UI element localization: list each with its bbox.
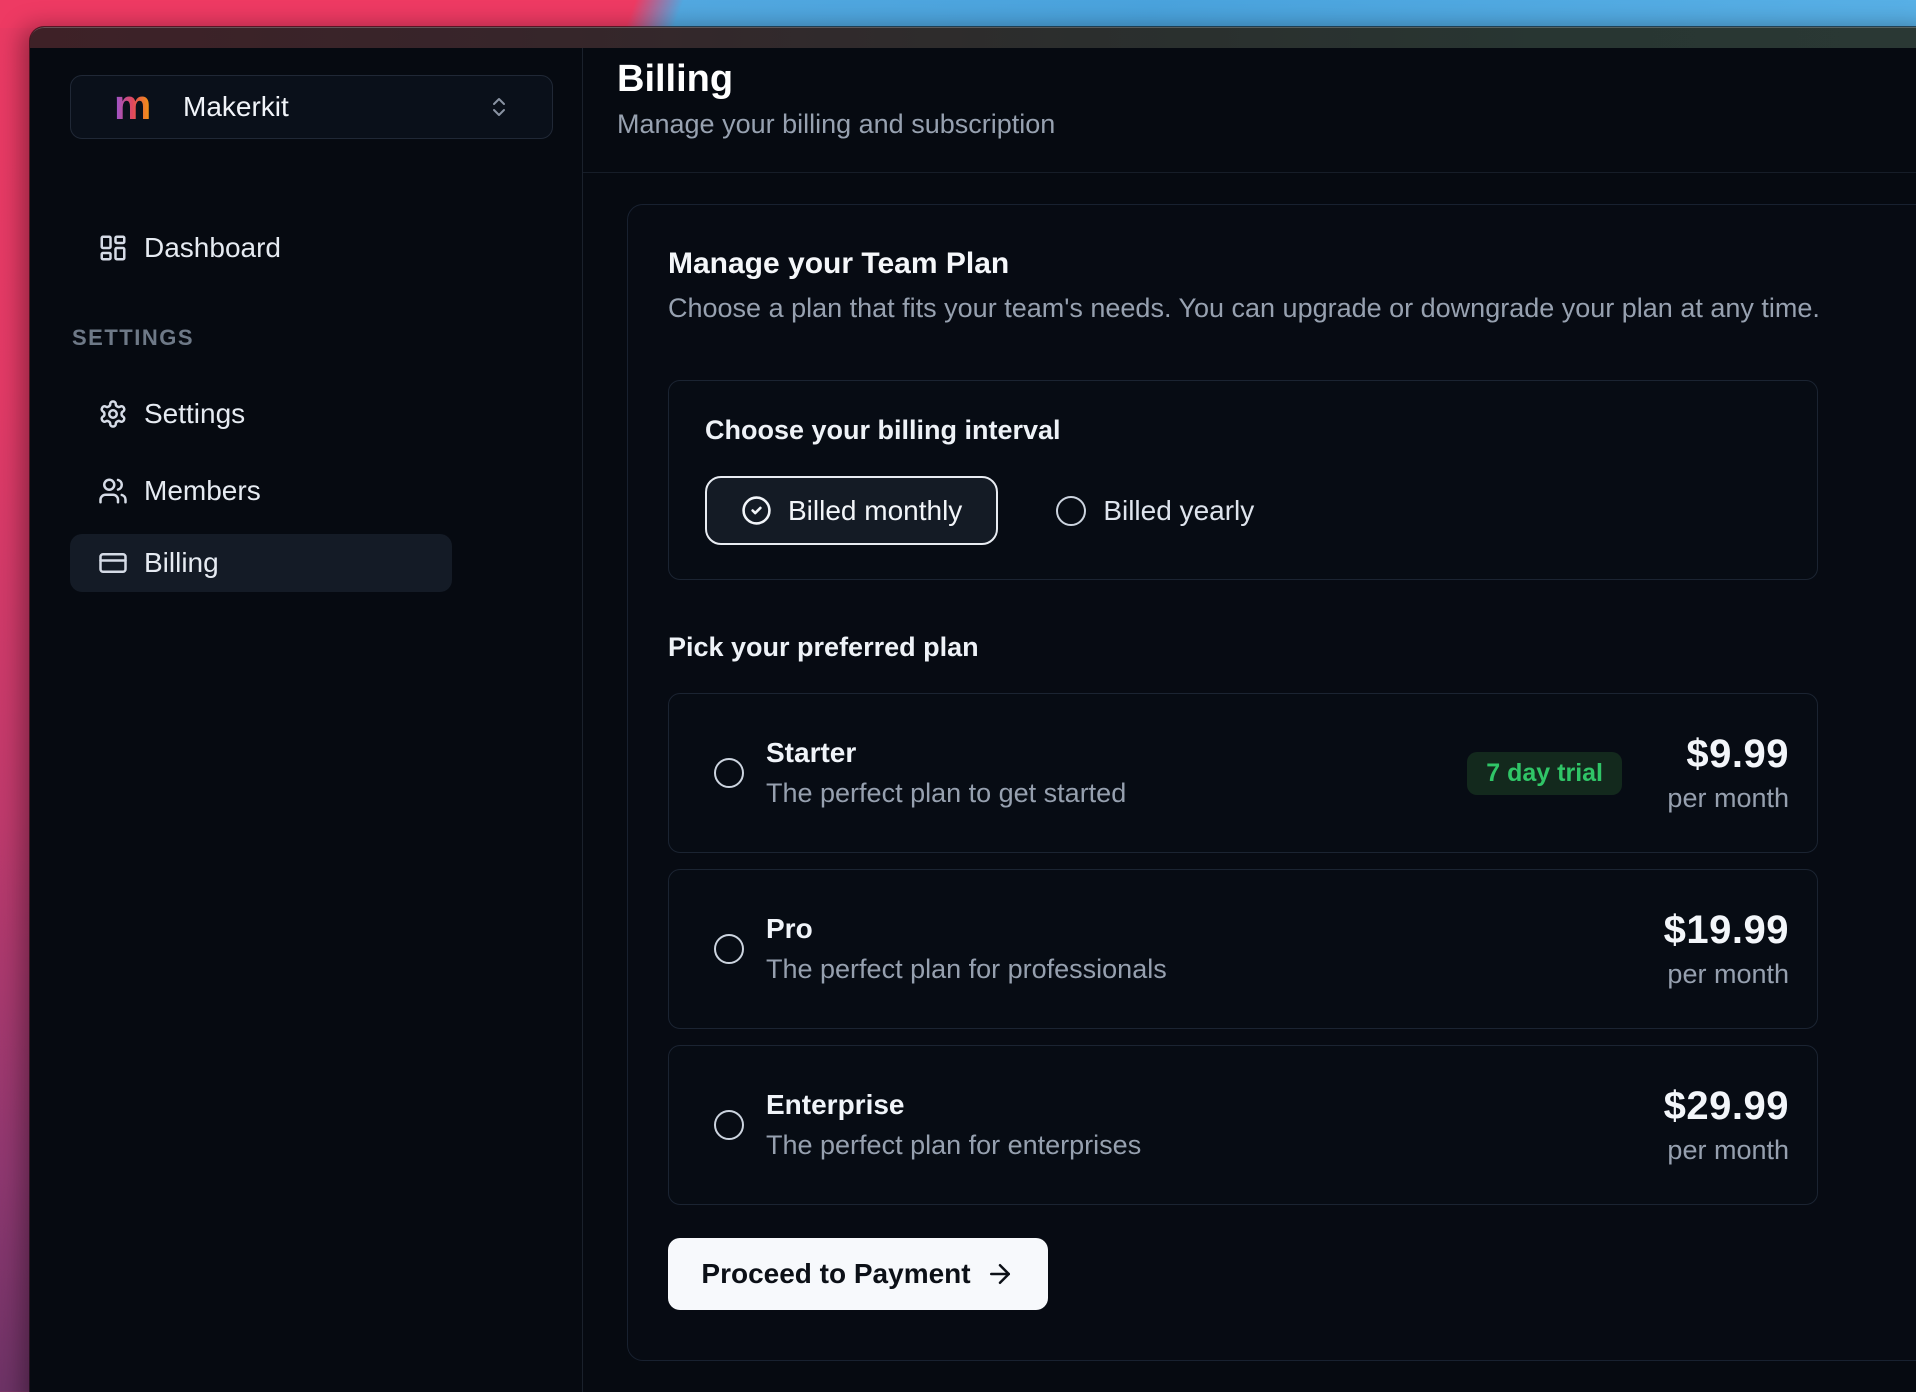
- sidebar-item-settings[interactable]: Settings: [70, 385, 553, 443]
- sidebar-item-billing[interactable]: Billing: [70, 534, 452, 592]
- plan-description: The perfect plan for enterprises: [766, 1130, 1141, 1161]
- window-titlebar: [30, 27, 1916, 48]
- credit-card-icon: [98, 548, 128, 578]
- radio-circle-icon[interactable]: [714, 934, 744, 964]
- desktop-wallpaper: [0, 0, 1916, 28]
- radio-circle-icon: [1056, 496, 1086, 526]
- proceed-to-payment-label: Proceed to Payment: [701, 1258, 970, 1290]
- plan-description: The perfect plan to get started: [766, 778, 1126, 809]
- billing-interval-options: Billed monthly Billed yearly: [705, 476, 1781, 545]
- sidebar-nav: Dashboard SETTINGS Settings Members Bill…: [70, 219, 552, 592]
- sidebar-item-label: Members: [144, 475, 261, 507]
- card-title: Manage your Team Plan: [668, 247, 1916, 281]
- plan-name: Enterprise: [766, 1089, 1141, 1121]
- plan-period: per month: [1654, 1135, 1789, 1166]
- dashboard-icon: [98, 233, 128, 263]
- billed-yearly-option[interactable]: Billed yearly: [1056, 495, 1254, 527]
- billed-monthly-label: Billed monthly: [788, 495, 962, 527]
- card-subtitle: Choose a plan that fits your team's need…: [668, 293, 1916, 324]
- workspace-selector[interactable]: m Makerkit: [70, 75, 553, 139]
- plan-period: per month: [1654, 959, 1789, 990]
- plan-row-pro[interactable]: Pro The perfect plan for professionals $…: [668, 869, 1818, 1029]
- sidebar-item-label: Dashboard: [144, 232, 281, 264]
- plan-price: $19.99: [1654, 908, 1789, 953]
- proceed-to-payment-button[interactable]: Proceed to Payment: [668, 1238, 1048, 1310]
- trial-badge: 7 day trial: [1467, 752, 1622, 795]
- page-header: Billing Manage your billing and subscrip…: [583, 48, 1916, 173]
- plan-description: The perfect plan for professionals: [766, 954, 1167, 985]
- arrow-right-icon: [985, 1259, 1015, 1289]
- main-content: Billing Manage your billing and subscrip…: [583, 48, 1916, 1392]
- users-icon: [98, 476, 128, 506]
- gear-icon: [98, 399, 128, 429]
- sidebar-item-members[interactable]: Members: [70, 462, 553, 520]
- app-window: m Makerkit Dashboard SETTINGS Settings M: [30, 27, 1916, 1392]
- makerkit-logo-icon: m: [114, 86, 150, 128]
- page-title: Billing: [617, 58, 1916, 101]
- plan-price: $9.99: [1654, 732, 1789, 777]
- billed-yearly-label: Billed yearly: [1103, 495, 1254, 527]
- plan-name: Starter: [766, 737, 1126, 769]
- sidebar-item-label: Billing: [144, 547, 219, 579]
- settings-section-label: SETTINGS: [70, 325, 552, 351]
- billed-monthly-option[interactable]: Billed monthly: [705, 476, 998, 545]
- logo-letter: m: [114, 86, 150, 128]
- workspace-name: Makerkit: [183, 91, 289, 123]
- plan-name: Pro: [766, 913, 1167, 945]
- radio-circle-icon[interactable]: [714, 1110, 744, 1140]
- billing-interval-box: Choose your billing interval Billed mont…: [668, 380, 1818, 580]
- chevrons-up-down-icon: [487, 95, 511, 119]
- billing-interval-label: Choose your billing interval: [705, 415, 1781, 446]
- plan-row-starter[interactable]: Starter The perfect plan to get started …: [668, 693, 1818, 853]
- team-plan-card: Manage your Team Plan Choose a plan that…: [627, 204, 1916, 1361]
- check-circle-icon: [741, 495, 772, 526]
- plan-price: $29.99: [1654, 1084, 1789, 1129]
- sidebar-item-dashboard[interactable]: Dashboard: [70, 219, 553, 277]
- radio-circle-icon[interactable]: [714, 758, 744, 788]
- page-subtitle: Manage your billing and subscription: [617, 109, 1916, 140]
- sidebar-item-label: Settings: [144, 398, 245, 430]
- sidebar: m Makerkit Dashboard SETTINGS Settings M: [30, 48, 583, 1392]
- plan-row-enterprise[interactable]: Enterprise The perfect plan for enterpri…: [668, 1045, 1818, 1205]
- plan-period: per month: [1654, 783, 1789, 814]
- plans-section-label: Pick your preferred plan: [668, 632, 1916, 663]
